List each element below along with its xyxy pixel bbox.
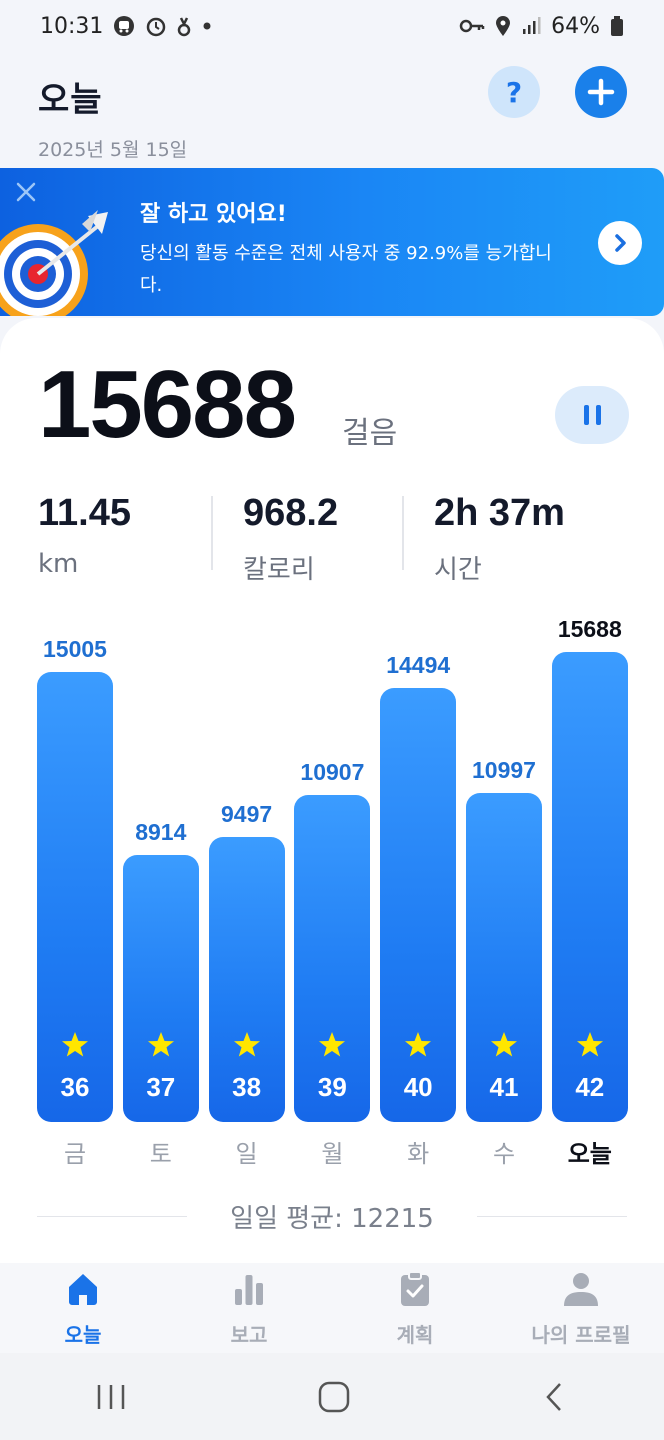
recents-icon[interactable]	[94, 1382, 128, 1412]
bus-icon	[113, 15, 135, 37]
metric-unit: 칼로리	[243, 555, 315, 585]
status-time: 10:31	[40, 13, 104, 39]
help-icon: ?	[505, 75, 523, 109]
metric-value: 968.2	[243, 492, 339, 534]
bar-day-label: 오늘	[567, 1140, 612, 1168]
home-button-icon[interactable]	[317, 1380, 351, 1414]
help-button[interactable]: ?	[488, 66, 540, 118]
star-icon	[405, 1032, 432, 1057]
nav-label: 보고	[230, 1323, 268, 1347]
banner-title: 잘 하고 있어요!	[140, 202, 287, 227]
bar-day-label: 토	[149, 1140, 172, 1168]
person-icon	[564, 1273, 598, 1306]
metric-value: 2h 37m	[434, 492, 565, 534]
page-date: 2025년 5월 15일	[38, 139, 188, 161]
nav-label: 나의 프로필	[531, 1323, 631, 1347]
bar-star-count: 39	[317, 1072, 347, 1102]
dot-icon	[201, 20, 213, 32]
fitness-icon	[177, 15, 191, 37]
daily-average: 일일 평균: 12215	[230, 1204, 434, 1234]
location-icon	[495, 15, 511, 37]
signal-icon	[521, 16, 541, 36]
nav-label: 오늘	[64, 1323, 102, 1347]
banner-arrow-button[interactable]	[598, 221, 642, 265]
star-icon	[491, 1032, 517, 1057]
bar-star-count: 38	[232, 1072, 262, 1102]
back-icon[interactable]	[540, 1380, 570, 1414]
bar-star-count: 42	[575, 1072, 605, 1102]
banner-text: 당신의 활동 수준은 전체 사용자 중 92.9%를 능가합니다.	[140, 243, 552, 296]
bar-day-label: 일	[235, 1140, 258, 1168]
achievement-banner[interactable]: 잘 하고 있어요! 당신의 활동 수준은 전체 사용자 중 92.9%를 능가합…	[0, 168, 664, 316]
star-icon	[576, 1032, 603, 1057]
star-icon	[62, 1032, 88, 1057]
metric-time: 2h 37m 시간	[434, 492, 565, 586]
chevron-right-icon	[615, 234, 626, 252]
plus-icon	[587, 78, 615, 106]
status-left: 10:31	[40, 14, 213, 39]
bottom-nav: 오늘 보고 계획 나의 프로필	[0, 1263, 664, 1353]
page-title: 오늘	[38, 80, 103, 120]
star-icon	[319, 1032, 346, 1057]
bar-chart-icon	[235, 1275, 263, 1305]
bar-star-count: 36	[60, 1072, 90, 1102]
bar-value-label: 15005	[43, 636, 107, 663]
metric-divider	[211, 496, 213, 570]
bar-value-label: 15688	[557, 616, 622, 642]
steps-unit: 걸음	[342, 416, 398, 451]
metric-distance: 11.45 km	[38, 492, 131, 579]
bar-star-count: 41	[489, 1072, 519, 1102]
nav-today[interactable]: 오늘	[0, 1263, 166, 1353]
metric-value: 11.45	[38, 492, 131, 534]
bar-value-label: 10907	[300, 759, 365, 786]
bar-day-label: 금	[63, 1140, 87, 1168]
nav-profile[interactable]: 나의 프로필	[498, 1263, 664, 1353]
nav-label: 계획	[396, 1323, 434, 1347]
home-icon	[69, 1274, 97, 1305]
battery-percent: 64%	[551, 13, 600, 39]
star-icon	[147, 1032, 174, 1057]
metric-unit: 시간	[434, 555, 482, 585]
nav-report[interactable]: 보고	[166, 1263, 332, 1353]
bar-value-label: 14494	[386, 651, 451, 678]
metric-divider	[402, 496, 404, 570]
bar-value-label: 10997	[472, 756, 536, 783]
status-right: 64%	[459, 14, 624, 39]
pause-button[interactable]	[555, 386, 629, 444]
system-nav-bar	[0, 1353, 664, 1440]
key-icon	[459, 18, 485, 34]
clipboard-check-icon	[401, 1271, 429, 1306]
bar-star-count: 40	[403, 1072, 433, 1102]
bar-day-label: 화	[407, 1140, 430, 1168]
header: 오늘 2025년 5월 15일	[38, 72, 187, 162]
target-icon	[0, 210, 108, 316]
close-icon[interactable]	[14, 180, 38, 204]
daily-steps-chart: 15005 36 금 8914 37 토 9497 38 일 10907 39 월 14494 40 화 10…	[0, 600, 664, 1180]
steps-count: 15688	[38, 351, 297, 458]
bar-star-count: 37	[146, 1072, 176, 1102]
star-icon	[233, 1032, 260, 1057]
pause-icon	[583, 405, 601, 425]
add-button[interactable]	[575, 66, 627, 118]
status-bar: 10:31 64%	[0, 0, 664, 52]
bar-day-label: 수	[492, 1140, 516, 1168]
alarm-icon	[145, 15, 167, 37]
bar-value-label: 9497	[221, 801, 273, 828]
battery-icon	[610, 15, 624, 37]
metric-unit: km	[38, 549, 79, 579]
metric-calories: 968.2 칼로리	[243, 492, 338, 586]
bar-day-label: 월	[321, 1140, 344, 1168]
nav-plan[interactable]: 계획	[332, 1263, 498, 1353]
